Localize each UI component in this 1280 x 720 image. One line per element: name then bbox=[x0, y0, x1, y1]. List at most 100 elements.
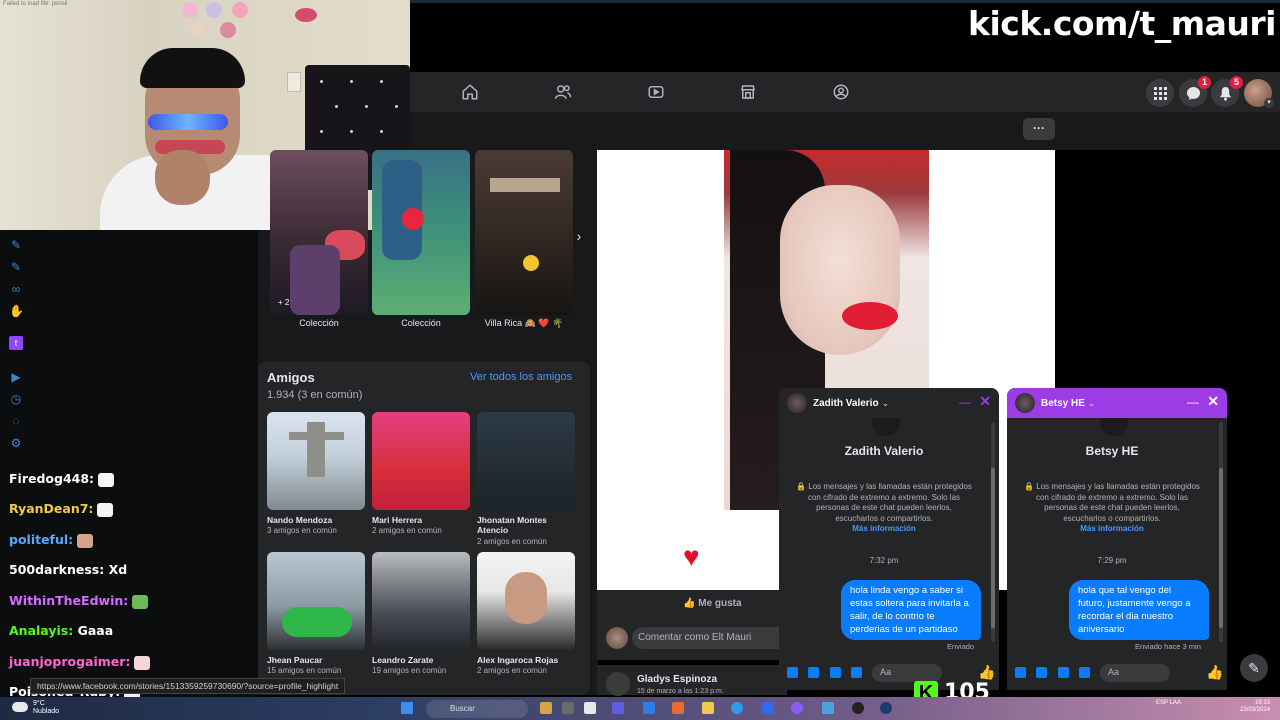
weather-widget[interactable]: 9°C Nublado bbox=[33, 700, 59, 716]
chat-scrollbar-thumb[interactable] bbox=[991, 468, 995, 628]
chevron-down-icon[interactable]: ▾ bbox=[1264, 98, 1274, 108]
app-icon[interactable] bbox=[672, 702, 684, 714]
system-clock[interactable]: 19:33 23/03/2024 bbox=[1240, 700, 1270, 714]
chat-username[interactable]: Firedog448: bbox=[9, 471, 94, 486]
friend-name[interactable]: Nando Mendoza bbox=[267, 515, 367, 525]
friend-photo[interactable] bbox=[372, 412, 470, 510]
groups-icon[interactable] bbox=[830, 81, 852, 103]
marketplace-icon[interactable] bbox=[737, 81, 759, 103]
thumbs-up-icon[interactable]: 👍 bbox=[1206, 664, 1223, 681]
collection-label[interactable]: Villa Rica 🙈 ❤️ 🌴 bbox=[475, 318, 573, 329]
next-post-author[interactable]: Gladys Espinoza bbox=[637, 674, 717, 685]
play-icon[interactable]: ▶ bbox=[9, 370, 23, 384]
friend-name[interactable]: Jhonatan Montes Atencio bbox=[477, 515, 577, 535]
next-post-date[interactable]: 15 de marzo a las 1:23 p.m. bbox=[637, 688, 724, 695]
friend-name[interactable]: Alex Ingaroca Rojas bbox=[477, 655, 577, 665]
messenger-icon[interactable]: 1 bbox=[1179, 76, 1211, 107]
minimize-icon[interactable]: — bbox=[1187, 395, 1199, 409]
friend-photo[interactable] bbox=[477, 552, 575, 650]
home-icon[interactable] bbox=[459, 81, 481, 103]
chat-username[interactable]: WithinTheEdwin: bbox=[9, 593, 128, 608]
hand-icon[interactable]: ✋ bbox=[9, 304, 24, 318]
collection-label[interactable]: Colección bbox=[270, 318, 368, 328]
gif-icon[interactable] bbox=[851, 667, 862, 678]
message-input[interactable]: Aa bbox=[1100, 664, 1170, 682]
sticker-icon[interactable] bbox=[1058, 667, 1069, 678]
chat-contact-name[interactable]: Betsy HE bbox=[1041, 398, 1085, 409]
pen-icon[interactable]: ✎ bbox=[9, 238, 23, 252]
notifications-badge: 5 bbox=[1230, 76, 1243, 89]
friends-title: Amigos bbox=[267, 370, 315, 385]
app-icon[interactable] bbox=[584, 702, 596, 714]
folder-icon[interactable] bbox=[702, 702, 714, 714]
collection-photo[interactable] bbox=[270, 150, 368, 315]
new-message-icon[interactable]: ✎ bbox=[1240, 654, 1268, 682]
gif-icon[interactable] bbox=[1079, 667, 1090, 678]
close-icon[interactable]: ✕ bbox=[979, 393, 991, 410]
more-info-link[interactable]: Más información bbox=[1080, 524, 1144, 533]
gear-icon[interactable]: ⚙ bbox=[9, 436, 23, 450]
watch-icon[interactable] bbox=[645, 81, 667, 103]
more-options-button[interactable]: ··· bbox=[1023, 118, 1055, 140]
chat-contact-name[interactable]: Zadith Valerio bbox=[813, 398, 879, 409]
friends-icon[interactable] bbox=[552, 81, 574, 103]
chevron-right-icon[interactable]: › bbox=[569, 226, 589, 246]
steam-icon[interactable] bbox=[880, 702, 892, 714]
chevron-down-icon[interactable]: ⌄ bbox=[1088, 398, 1096, 409]
chat-scrollbar-thumb[interactable] bbox=[1219, 468, 1223, 628]
notifications-bell-icon[interactable]: 5 bbox=[1211, 76, 1243, 107]
chat-username[interactable]: Analayis: bbox=[9, 623, 73, 638]
keyboard-language[interactable]: ESP LAA bbox=[1156, 700, 1181, 707]
glasses-icon[interactable]: ∞ bbox=[9, 282, 23, 296]
app-icon[interactable] bbox=[822, 702, 834, 714]
cloud-icon[interactable] bbox=[12, 702, 28, 712]
clock-icon[interactable]: ◷ bbox=[9, 392, 23, 406]
message-input[interactable]: Aa bbox=[872, 664, 942, 682]
app-icon[interactable] bbox=[540, 702, 552, 714]
chat-username[interactable]: RyanDean7: bbox=[9, 501, 93, 516]
friend-photo[interactable] bbox=[267, 412, 365, 510]
close-icon[interactable]: ✕ bbox=[1207, 393, 1219, 410]
friend-name[interactable]: Jhean Paucar bbox=[267, 655, 367, 665]
encryption-notice: 🔒 Los mensajes y las llamadas están prot… bbox=[1022, 482, 1202, 535]
thumbs-up-icon[interactable]: 👍 bbox=[978, 664, 995, 681]
minimize-icon[interactable]: — bbox=[959, 395, 971, 409]
friend-photo[interactable] bbox=[372, 552, 470, 650]
comment-input[interactable]: Comentar como Elt Mauri bbox=[632, 627, 792, 649]
sticker-icon[interactable] bbox=[830, 667, 841, 678]
chat-icon[interactable]: ◌ bbox=[9, 414, 23, 428]
microphone-icon[interactable] bbox=[787, 667, 798, 678]
taskbar-search[interactable]: Buscar bbox=[426, 700, 528, 718]
next-post-avatar[interactable] bbox=[606, 672, 630, 696]
friend-name[interactable]: Leandro Zarate bbox=[372, 655, 472, 665]
collection-photo[interactable] bbox=[475, 150, 573, 315]
obs-icon[interactable] bbox=[852, 702, 864, 714]
collection-label[interactable]: Colección bbox=[372, 318, 470, 328]
chat-username[interactable]: juanjoprogaimer: bbox=[9, 654, 130, 669]
chat-username[interactable]: politeful: bbox=[9, 532, 73, 547]
twitch-icon[interactable]: t bbox=[9, 336, 23, 350]
image-icon[interactable] bbox=[808, 667, 819, 678]
collection-photo[interactable] bbox=[372, 150, 470, 315]
friend-name[interactable]: Mari Herrera bbox=[372, 515, 472, 525]
discord-icon[interactable] bbox=[791, 702, 803, 714]
wall-stickers bbox=[180, 0, 270, 40]
app-icon[interactable] bbox=[643, 702, 655, 714]
more-info-link[interactable]: Más información bbox=[852, 524, 916, 533]
windows-start-icon[interactable] bbox=[401, 702, 413, 714]
chat-username[interactable]: 500darkness: bbox=[9, 562, 104, 577]
microphone-icon[interactable] bbox=[1015, 667, 1026, 678]
image-icon[interactable] bbox=[1036, 667, 1047, 678]
heart-icon[interactable]: ♥ bbox=[683, 542, 700, 572]
friend-photo[interactable] bbox=[267, 552, 365, 650]
see-all-friends-link[interactable]: Ver todos los amigos bbox=[470, 371, 572, 383]
pen-icon[interactable]: ✎ bbox=[9, 260, 23, 274]
app-icon[interactable] bbox=[762, 702, 774, 714]
friend-photo[interactable] bbox=[477, 412, 575, 510]
edge-icon[interactable] bbox=[731, 702, 743, 714]
teams-icon[interactable] bbox=[612, 702, 624, 714]
chevron-down-icon[interactable]: ⌄ bbox=[882, 398, 890, 409]
like-button[interactable]: 👍 Me gusta bbox=[683, 598, 742, 609]
menu-grid-icon[interactable] bbox=[1146, 79, 1174, 107]
app-icon[interactable] bbox=[562, 702, 574, 714]
